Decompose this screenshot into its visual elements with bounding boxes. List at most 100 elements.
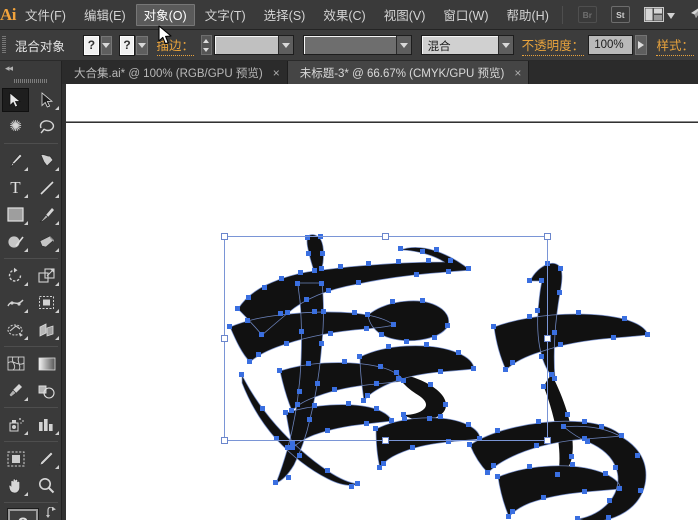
menu-divider [561,5,563,24]
shaper-tool[interactable] [0,228,31,255]
selection-handle-bottom-center[interactable] [382,437,389,444]
magic-wand-tool[interactable]: ✺ [0,113,31,140]
blend-mode-combo[interactable]: 混合 [420,35,514,55]
rotate-tool[interactable] [0,262,31,289]
eraser-tool[interactable] [31,228,62,255]
control-bar-gripper[interactable] [0,30,8,61]
type-tool[interactable]: T [0,174,31,201]
tab-close-icon[interactable]: × [514,67,521,79]
paintbrush-tool[interactable] [31,201,62,228]
selection-tool[interactable] [0,86,31,113]
chevron-down-icon [281,42,290,48]
chevron-down-icon [137,42,146,48]
direct-selection-tool[interactable] [31,86,62,113]
blend-mode-value[interactable]: 混合 [421,36,498,54]
stroke-weight-label[interactable]: 描边： [156,35,195,56]
tab-label: 大合集.ai* @ 100% (RGB/GPU 预览) [74,67,263,80]
scale-tool[interactable] [31,262,62,289]
menu-help[interactable]: 帮助(H) [499,4,557,26]
free-transform-tool[interactable] [31,289,62,316]
stroke-color-dropdown[interactable] [136,35,148,55]
canvas-top-strip [66,84,698,122]
rectangle-tool[interactable] [0,201,31,228]
tool-group-selection: ✺ [0,86,62,140]
opacity-popup-button[interactable] [635,35,648,55]
blend-tool[interactable] [31,377,62,404]
tool-group-navigation [0,445,62,499]
stroke-weight-value[interactable] [214,36,278,54]
menu-window[interactable]: 窗口(W) [435,4,496,26]
selection-handle-bottom-left[interactable] [221,437,228,444]
triangle-right-icon [638,41,645,49]
toolbar-collapse-icon[interactable]: ◂◂ [0,61,61,75]
chevron-down-icon [102,42,111,48]
menu-effect[interactable]: 效果(C) [315,4,373,26]
workspace-switcher-icon[interactable] [643,6,675,24]
swap-fill-stroke-icon[interactable] [46,506,58,520]
stroke-profile-value[interactable] [303,36,396,54]
mesh-tool[interactable] [0,350,31,377]
menu-view[interactable]: 视图(V) [376,4,434,26]
curvature-tool[interactable] [31,147,62,174]
selection-handle-top-left[interactable] [221,233,228,240]
tab-dahejie[interactable]: 大合集.ai* @ 100% (RGB/GPU 预览) × [62,61,288,84]
stroke-weight-dropdown-arrow[interactable] [277,36,293,54]
document-tab-bar: 大合集.ai* @ 100% (RGB/GPU 预览) × 未标题-3* @ 6… [62,61,698,84]
fill-color-box[interactable]: ? [83,34,100,56]
control-options-bar: 混合对象 ? ? 描边： 混合 不透明度： 100% 样式： [0,30,698,61]
stroke-profile-dropdown-arrow[interactable] [395,36,411,54]
menu-type[interactable]: 文字(T) [197,4,254,26]
stepper-up-icon[interactable] [202,36,211,45]
tab-label: 未标题-3* @ 66.67% (CMYK/GPU 预览) [299,67,505,80]
menu-object[interactable]: 对象(O) [135,3,195,26]
fill-swatch[interactable]: ? [7,508,39,520]
tool-more-indicator [55,106,59,110]
toolbar-divider [4,258,58,259]
column-graph-tool[interactable] [31,411,62,438]
selection-bounding-box[interactable] [221,233,551,444]
tab-untitled-3[interactable]: 未标题-3* @ 66.67% (CMYK/GPU 预览) × [287,61,530,84]
perspective-grid-tool[interactable] [31,316,62,343]
document-canvas[interactable] [66,123,698,520]
opacity-input[interactable]: 100% [588,35,634,55]
selection-handle-middle-right[interactable] [544,334,551,342]
blend-mode-dropdown-arrow[interactable] [497,36,513,54]
rocket-icon[interactable] [687,3,698,26]
stepper-down-icon[interactable] [202,45,211,54]
selection-handle-top-center[interactable] [382,233,389,240]
lasso-tool[interactable] [31,113,62,140]
opacity-label[interactable]: 不透明度： [521,35,585,56]
tool-group-transform [0,262,62,343]
pen-tool[interactable] [0,147,31,174]
eyedropper-tool[interactable] [0,377,31,404]
symbol-sprayer-tool[interactable] [0,411,31,438]
stroke-color-box[interactable]: ? [118,34,136,56]
zoom-tool[interactable] [31,472,62,499]
gradient-tool[interactable] [31,350,62,377]
hand-tool[interactable] [0,472,31,499]
style-label[interactable]: 样式： [656,35,694,56]
fill-stroke-control: ? ? [0,506,62,520]
selection-handle-bottom-right[interactable] [544,437,551,444]
bridge-button[interactable]: Br [577,6,597,23]
adobe-stock-button[interactable]: St [610,6,630,23]
slice-tool[interactable] [31,445,62,472]
selection-handle-top-right[interactable] [544,233,551,240]
stroke-profile-combo[interactable] [302,35,412,55]
menu-edit[interactable]: 编辑(E) [76,4,134,26]
menu-file[interactable]: 文件(F) [17,4,74,26]
menu-select[interactable]: 选择(S) [256,4,314,26]
shape-builder-tool[interactable] [0,316,31,343]
toolbar-gripper[interactable] [0,75,61,86]
fill-color-dropdown[interactable] [100,35,112,55]
toolbar-divider [4,502,58,503]
stroke-weight-stepper[interactable] [201,35,212,55]
width-tool[interactable] [0,289,31,316]
stroke-weight-combo[interactable] [213,35,294,55]
line-segment-tool[interactable] [31,174,62,201]
type-icon: T [10,177,21,197]
selection-handle-middle-left[interactable] [221,334,228,342]
toolbar-divider [4,407,58,408]
artboard-tool[interactable] [0,445,31,472]
tab-close-icon[interactable]: × [273,67,280,79]
